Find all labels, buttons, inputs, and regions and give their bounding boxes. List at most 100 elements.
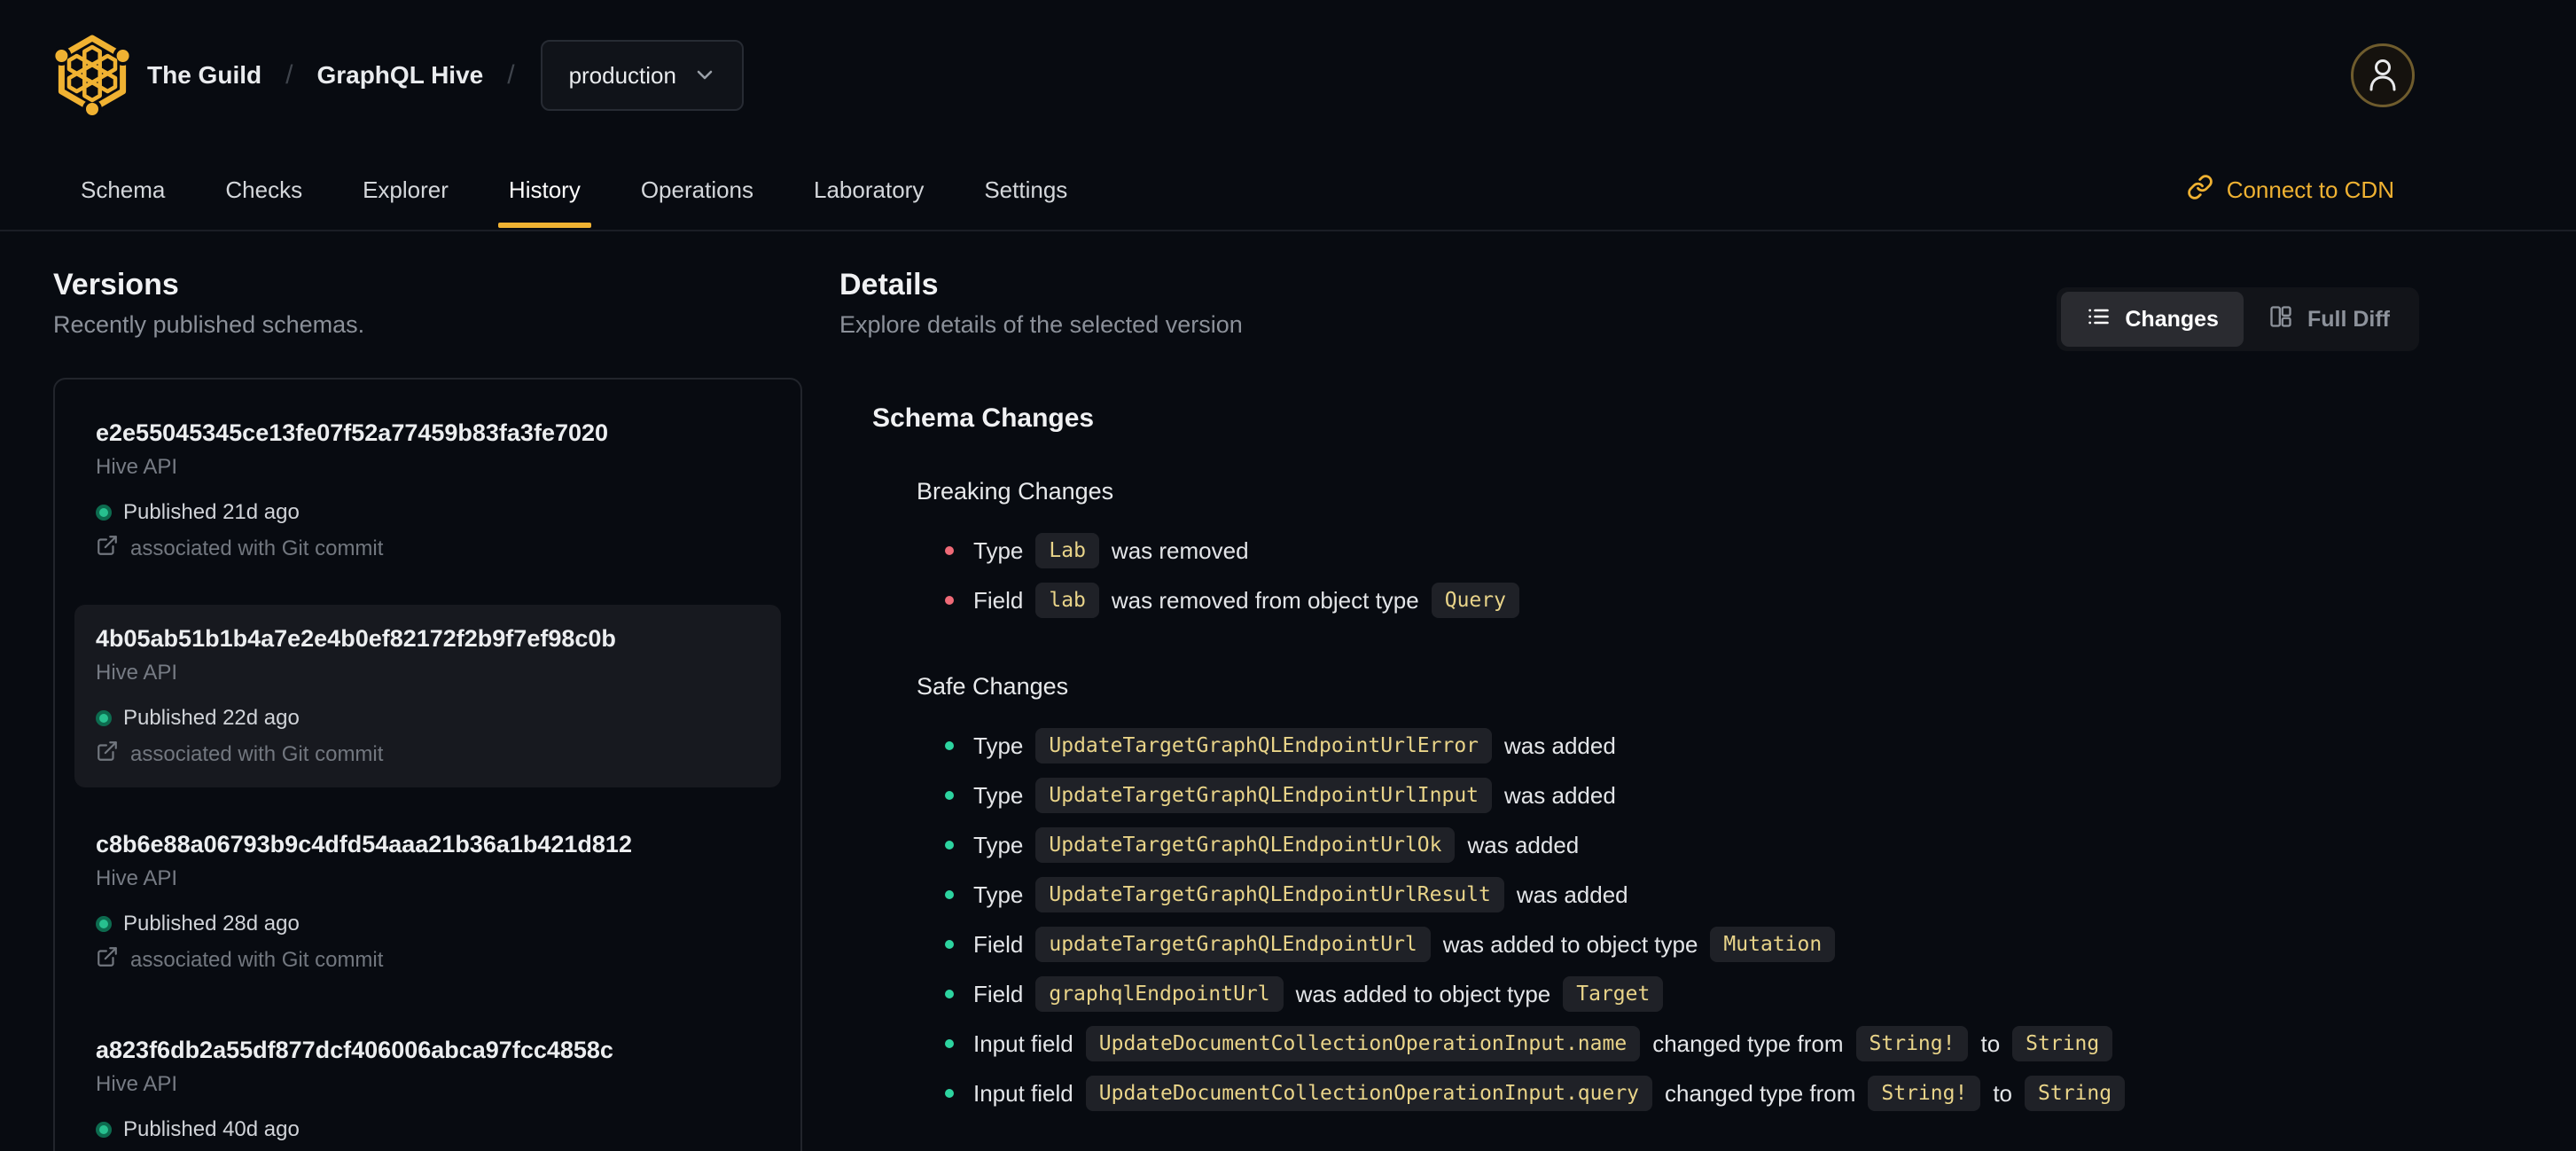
change-text: changed type from — [1665, 1079, 1856, 1107]
git-commit-text: associated with Git commit — [130, 948, 384, 972]
external-link-icon — [96, 945, 130, 975]
topbar: The Guild / GraphQL Hive / production — [0, 0, 2576, 151]
tab-checks[interactable]: Checks — [223, 151, 304, 230]
user-menu-button[interactable] — [2351, 43, 2415, 107]
version-hash: a823f6db2a55df877dcf406006abca97fcc4858c — [96, 1037, 613, 1063]
published-status-dot-icon — [96, 1122, 112, 1138]
version-list-item[interactable]: e2e55045345ce13fe07f52a77459b83fa3fe7020… — [74, 399, 781, 582]
git-commit-link[interactable]: associated with Git commit — [96, 740, 760, 770]
tab-history[interactable]: History — [497, 151, 591, 230]
published-status-dot-icon — [96, 916, 112, 932]
target-selector[interactable]: production — [540, 40, 744, 111]
bullet-icon — [945, 890, 954, 899]
change-code-badge: graphqlEndpointUrl — [1035, 976, 1284, 1012]
change-rows: Type Lab was removed Field lab was removed f… — [917, 532, 2419, 631]
schema-changes-section: Schema Changes Breaking Changes Type Lab w… — [839, 401, 2419, 1124]
full-diff-view-label: Full Diff — [2307, 306, 2390, 332]
change-row: Type UpdateTargetGraphQLEndpointUrlInput w… — [917, 777, 2419, 814]
git-commit-text: associated with Git commit — [130, 742, 384, 766]
schema-changes-title: Schema Changes — [872, 403, 1095, 433]
details-title-block: Details Explore details of the selected … — [839, 266, 1243, 341]
published-status-text: Published 22d ago — [123, 706, 300, 730]
bullet-icon — [945, 1039, 954, 1048]
target-selector-value: production — [568, 61, 676, 89]
change-row: Field updateTargetGraphQLEndpointUrl was a… — [917, 926, 2419, 963]
list-icon — [2086, 304, 2111, 335]
change-code-badge: Mutation — [1710, 927, 1836, 962]
change-row: Input field UpdateDocumentCollectionOpera… — [917, 1075, 2419, 1112]
bullet-icon — [945, 1089, 954, 1098]
change-text: Input field — [973, 1030, 1073, 1057]
hive-logo-icon — [51, 31, 133, 121]
version-list-item[interactable]: 4b05ab51b1b4a7e2e4b0ef82172f2b9f7ef98c0b… — [74, 605, 781, 787]
change-group-title: Breaking Changes — [917, 478, 1114, 505]
breadcrumb-separator: / — [507, 60, 515, 90]
version-service-name: Hive API — [96, 661, 178, 685]
version-list-item[interactable]: a823f6db2a55df877dcf406006abca97fcc4858c… — [74, 1016, 781, 1151]
change-code-badge: Query — [1431, 583, 1519, 618]
app-root: The Guild / GraphQL Hive / production Sc… — [0, 0, 2576, 1151]
version-service-name: Hive API — [96, 1072, 178, 1096]
connect-cdn-label: Connect to CDN — [2226, 176, 2394, 203]
change-code-badge: UpdateTargetGraphQLEndpointUrlOk — [1035, 827, 1456, 863]
change-text: was added — [1516, 881, 1628, 908]
change-text: to — [1993, 1079, 2013, 1107]
change-text: Type — [973, 781, 1024, 809]
version-service-name: Hive API — [96, 866, 178, 890]
bullet-icon — [945, 546, 954, 555]
connect-cdn-link[interactable]: Connect to CDN — [2187, 174, 2394, 207]
version-list-item[interactable]: c8b6e88a06793b9c4dfd54aaa21b36a1b421d812… — [74, 810, 781, 993]
bullet-icon — [945, 791, 954, 800]
details-header: Details Explore details of the selected … — [839, 266, 2419, 351]
change-code-badge: lab — [1035, 583, 1099, 618]
user-avatar-icon — [2368, 58, 2398, 94]
breadcrumb-project-link[interactable]: GraphQL Hive — [316, 61, 483, 90]
change-code-badge: UpdateTargetGraphQLEndpointUrlError — [1035, 728, 1493, 763]
change-code-badge: UpdateDocumentCollectionOperationInput.n… — [1085, 1026, 1641, 1061]
git-commit-link[interactable]: associated with Git commit — [96, 534, 760, 564]
change-text: was removed — [1111, 536, 1249, 564]
published-status: Published 28d ago — [96, 910, 760, 938]
full-diff-view-button[interactable]: Full Diff — [2244, 292, 2415, 347]
change-group: Breaking Changes Type Lab was removed Fiel… — [872, 475, 2419, 631]
tab-operations[interactable]: Operations — [639, 151, 755, 230]
version-hash: 4b05ab51b1b4a7e2e4b0ef82172f2b9f7ef98c0b — [96, 625, 616, 652]
change-text: Type — [973, 881, 1024, 908]
breadcrumb: The Guild / GraphQL Hive / production — [147, 40, 744, 111]
published-status-text: Published 28d ago — [123, 912, 300, 936]
view-toggle: Changes Full Diff — [2057, 287, 2419, 351]
breadcrumb-org-link[interactable]: The Guild — [147, 61, 262, 90]
change-text: was added to object type — [1295, 980, 1551, 1007]
bullet-icon — [945, 940, 954, 949]
change-row: Input field UpdateDocumentCollectionOpera… — [917, 1025, 2419, 1062]
link-icon — [2187, 174, 2213, 207]
change-row: Field graphqlEndpointUrl was added to obje… — [917, 975, 2419, 1013]
nav-tabs: Schema Checks Explorer History Operations Lab… — [79, 151, 1069, 230]
change-row: Type Lab was removed — [917, 532, 2419, 569]
details-subtitle: Explore details of the selected version — [839, 311, 1243, 338]
tab-explorer[interactable]: Explorer — [361, 151, 450, 230]
change-row: Type UpdateTargetGraphQLEndpointUrlError w… — [917, 727, 2419, 764]
version-list: e2e55045345ce13fe07f52a77459b83fa3fe7020… — [53, 378, 802, 1151]
git-commit-link[interactable]: associated with Git commit — [96, 945, 760, 975]
change-code-badge: String — [2025, 1076, 2126, 1111]
changes-view-button[interactable]: Changes — [2061, 292, 2244, 347]
published-status-text: Published 40d ago — [123, 1117, 300, 1141]
columns-icon — [2268, 304, 2293, 335]
change-text: Input field — [973, 1079, 1073, 1107]
versions-panel: Versions Recently published schemas. e2e… — [53, 266, 802, 1151]
tab-laboratory[interactable]: Laboratory — [812, 151, 925, 230]
tab-schema[interactable]: Schema — [79, 151, 167, 230]
tab-settings[interactable]: Settings — [982, 151, 1069, 230]
change-code-badge: String — [2012, 1026, 2113, 1061]
bullet-icon — [945, 596, 954, 605]
published-status-dot-icon — [96, 710, 112, 726]
change-code-badge: String! — [1855, 1026, 1969, 1061]
change-text: Type — [973, 831, 1024, 858]
change-text: Type — [973, 536, 1024, 564]
hive-logo-link[interactable] — [51, 31, 133, 121]
published-status: Published 22d ago — [96, 704, 760, 732]
change-code-badge: UpdateTargetGraphQLEndpointUrlInput — [1035, 778, 1493, 813]
change-text: Field — [973, 980, 1024, 1007]
details-title: Details — [839, 268, 939, 301]
